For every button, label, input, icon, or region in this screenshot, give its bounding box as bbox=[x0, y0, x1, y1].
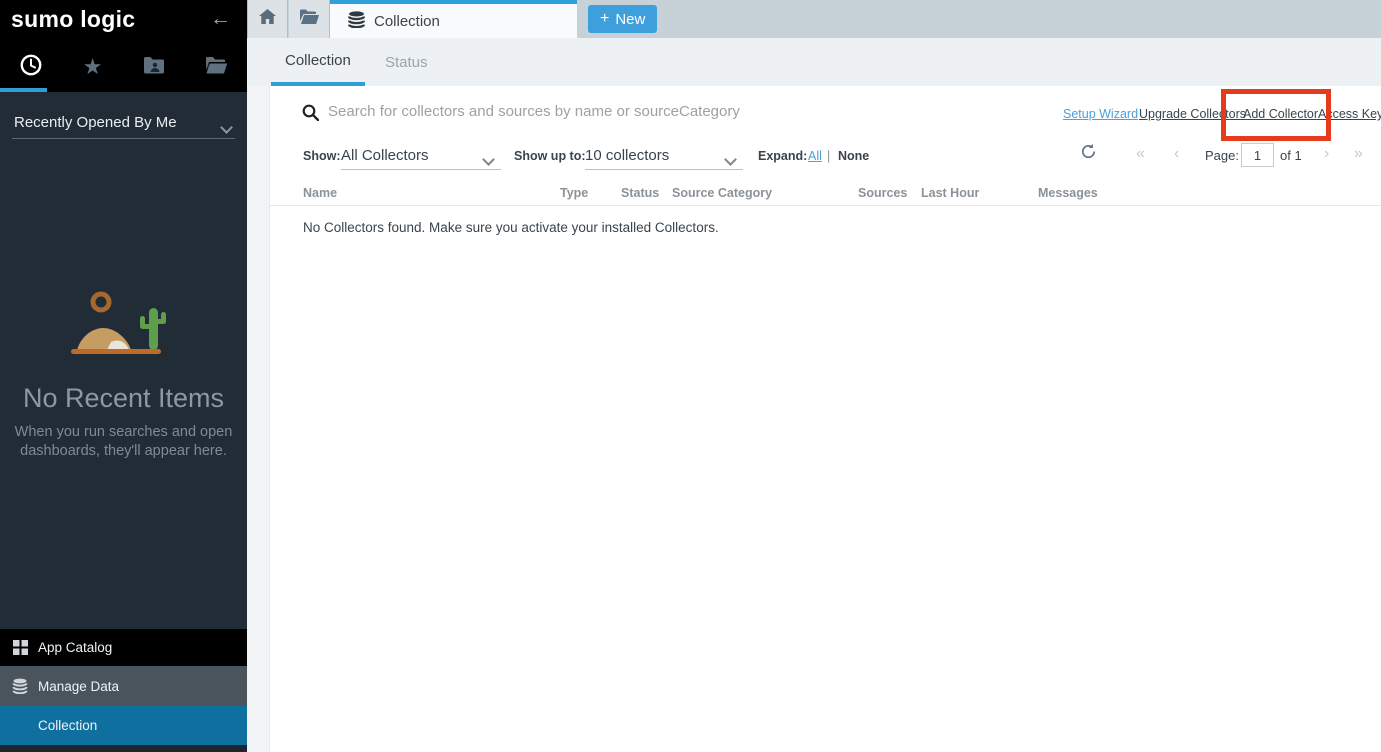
sidebar-footer bbox=[0, 745, 247, 752]
show-filter-dropdown[interactable]: All Collectors bbox=[341, 147, 429, 164]
column-header-type: Type bbox=[560, 186, 588, 200]
separator: | bbox=[827, 149, 830, 163]
pagination-prev-button[interactable]: ‹ bbox=[1174, 145, 1179, 163]
sidebar-item-collection[interactable]: Collection bbox=[0, 706, 247, 745]
clock-icon bbox=[20, 54, 42, 81]
collapse-sidebar-icon[interactable]: ← bbox=[210, 7, 231, 31]
cactus-icon bbox=[149, 308, 158, 350]
column-header-sources: Sources bbox=[858, 186, 907, 200]
show-up-to-dropdown[interactable]: 10 collectors bbox=[585, 147, 669, 164]
column-header-name: Name bbox=[303, 186, 337, 200]
sidebar-tab-shared[interactable] bbox=[124, 46, 186, 88]
sidebar-tab-recent[interactable] bbox=[0, 46, 62, 88]
show-up-to-label: Show up to: bbox=[514, 149, 586, 163]
chevron-down-icon bbox=[220, 121, 233, 134]
recent-filter-dropdown[interactable]: Recently Opened By Me bbox=[12, 106, 235, 139]
tab-collection[interactable]: Collection bbox=[271, 38, 365, 86]
star-icon: ★ bbox=[83, 56, 103, 78]
expand-none-link[interactable]: None bbox=[838, 149, 869, 163]
ground-icon bbox=[71, 349, 161, 354]
expand-all-link[interactable]: All bbox=[808, 149, 822, 163]
search-icon bbox=[302, 104, 319, 126]
menu-item-label: Manage Data bbox=[38, 679, 119, 694]
chevron-down-icon[interactable] bbox=[482, 153, 495, 166]
page-label: Page: bbox=[1205, 148, 1239, 163]
folder-icon bbox=[300, 9, 319, 29]
table-header-row: Name Type Status Source Category Sources… bbox=[270, 184, 1381, 206]
library-button[interactable] bbox=[289, 0, 330, 38]
empty-table-message: No Collectors found. Make sure you activ… bbox=[303, 220, 719, 235]
menu-item-label: Collection bbox=[38, 718, 97, 733]
tab-status[interactable]: Status bbox=[385, 38, 428, 86]
menu-item-label: App Catalog bbox=[38, 640, 112, 655]
no-recent-items-title: No Recent Items bbox=[0, 383, 247, 414]
database-icon bbox=[348, 11, 365, 32]
active-tab-indicator bbox=[0, 88, 47, 92]
shared-folder-icon bbox=[143, 56, 165, 79]
pagination-next-button[interactable]: › bbox=[1324, 145, 1329, 163]
home-button[interactable] bbox=[247, 0, 288, 38]
new-button-label: New bbox=[615, 11, 645, 28]
sumo-logic-logo: sumo logic bbox=[11, 6, 135, 33]
column-header-source-category: Source Category bbox=[672, 186, 772, 200]
recent-filter-label: Recently Opened By Me bbox=[14, 114, 177, 131]
sidebar-tab-favorites[interactable]: ★ bbox=[62, 46, 124, 88]
sidebar-header: sumo logic ← ★ bbox=[0, 0, 247, 92]
dropdown-underline bbox=[585, 169, 743, 170]
tab-collection-page[interactable]: Collection bbox=[330, 0, 577, 38]
pagination-last-button[interactable]: » bbox=[1354, 145, 1360, 163]
database-icon bbox=[12, 678, 28, 694]
no-recent-items-caption: When you run searches and open dashboard… bbox=[0, 423, 247, 461]
setup-wizard-link[interactable]: Setup Wizard bbox=[1063, 107, 1138, 121]
sidebar-item-app-catalog[interactable]: App Catalog bbox=[0, 629, 247, 666]
open-folder-icon bbox=[205, 56, 228, 79]
sidebar-tab-library[interactable] bbox=[185, 46, 247, 88]
upgrade-collectors-link[interactable]: Upgrade Collectors bbox=[1139, 107, 1246, 121]
home-icon bbox=[259, 9, 276, 29]
new-button[interactable]: + New bbox=[588, 5, 657, 33]
page-of-label: of 1 bbox=[1280, 148, 1302, 163]
pagination-first-button[interactable]: « bbox=[1136, 145, 1142, 163]
column-header-last-hour: Last Hour bbox=[921, 186, 979, 200]
dropdown-underline bbox=[341, 169, 501, 170]
access-keys-link[interactable]: Access Keys bbox=[1318, 107, 1381, 121]
content-gutter bbox=[247, 86, 270, 752]
sidebar-bottom-menu: App Catalog Manage Data Collection bbox=[0, 629, 247, 752]
column-header-status: Status bbox=[621, 186, 659, 200]
grid-icon bbox=[12, 640, 28, 655]
refresh-icon[interactable] bbox=[1080, 143, 1100, 163]
page-number-input[interactable] bbox=[1241, 143, 1274, 167]
show-filter-label: Show: bbox=[303, 149, 341, 163]
top-tab-strip: Collection + New bbox=[247, 0, 1381, 38]
sidebar-icon-nav: ★ bbox=[0, 46, 247, 88]
main-content: Setup Wizard Upgrade Collectors Add Coll… bbox=[270, 86, 1381, 752]
sidebar: sumo logic ← ★ Rece bbox=[0, 0, 247, 752]
add-collector-link[interactable]: Add Collector bbox=[1243, 107, 1318, 121]
tab-title: Collection bbox=[374, 13, 440, 30]
chevron-down-icon[interactable] bbox=[724, 153, 737, 166]
page-tabs: Collection Status bbox=[247, 38, 1381, 86]
expand-label: Expand: bbox=[758, 149, 807, 163]
desert-illustration bbox=[63, 288, 183, 371]
plus-icon: + bbox=[600, 10, 609, 28]
search-input[interactable] bbox=[328, 98, 968, 124]
sun-icon bbox=[93, 294, 109, 310]
sidebar-item-manage-data[interactable]: Manage Data bbox=[0, 666, 247, 706]
column-header-messages: Messages bbox=[1038, 186, 1098, 200]
